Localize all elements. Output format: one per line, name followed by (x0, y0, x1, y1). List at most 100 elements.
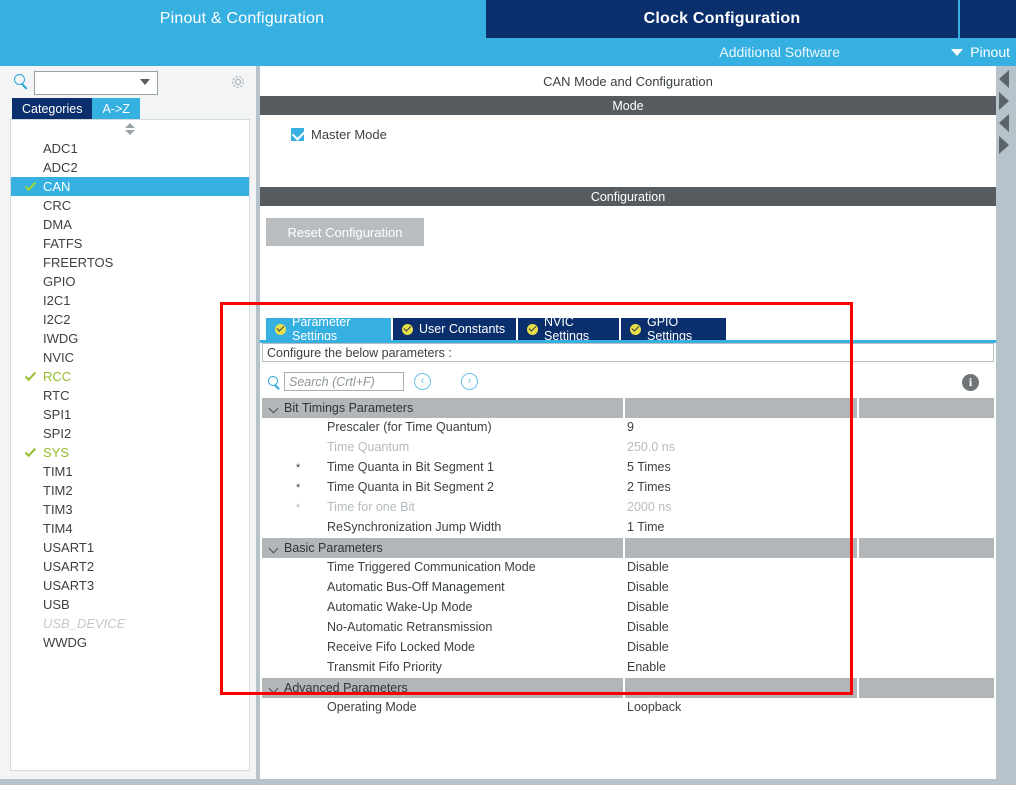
sidebar-item-spi1[interactable]: SPI1 (11, 405, 249, 424)
parameter-value[interactable]: Disable (627, 640, 669, 654)
sidebar-item-adc2[interactable]: ADC2 (11, 158, 249, 177)
collapse-left-arrow-icon-2[interactable] (999, 114, 1009, 132)
search-next-label: › (467, 375, 472, 387)
sidebar-item-rcc[interactable]: RCC (11, 367, 249, 386)
parameter-value[interactable]: 9 (627, 420, 634, 434)
parameter-row[interactable]: Transmit Fifo Priority Enable (262, 658, 994, 678)
top-tab-bar: Pinout & Configuration Clock Configurati… (0, 0, 1016, 38)
configuration-panel: CAN Mode and Configuration Mode Master M… (260, 66, 1016, 779)
parameter-tab-strip: Parameter Settings User Constants NVIC Set… (260, 315, 996, 343)
parameter-row[interactable]: Automatic Bus-Off Management Disable (262, 578, 994, 598)
sidebar-item-spi2[interactable]: SPI2 (11, 424, 249, 443)
sidebar-item-rtc[interactable]: RTC (11, 386, 249, 405)
tab-nvic-settings[interactable]: NVIC Settings (518, 315, 619, 343)
sidebar-item-usart3[interactable]: USART3 (11, 576, 249, 595)
info-icon[interactable]: i (962, 374, 979, 391)
parameter-label: No-Automatic Retransmission (327, 620, 493, 634)
parameter-value[interactable]: Loopback (627, 700, 681, 714)
vertical-scrollbar[interactable] (996, 66, 1016, 779)
tab-categories[interactable]: Categories (12, 98, 93, 119)
parameter-value[interactable]: Disable (627, 600, 669, 614)
master-mode-checkbox-row[interactable]: Master Mode (291, 127, 387, 142)
parameter-value[interactable]: Disable (627, 620, 669, 634)
parameter-row[interactable]: No-Automatic Retransmission Disable (262, 618, 994, 638)
parameter-search-bar: ‹ › i (262, 368, 994, 398)
parameter-row[interactable]: Operating Mode Loopback (262, 698, 994, 718)
sidebar-item-tim1[interactable]: TIM1 (11, 462, 249, 481)
parameter-value[interactable]: 2 Times (627, 480, 671, 494)
reset-configuration-button[interactable]: Reset Configuration (266, 218, 424, 246)
master-mode-checkbox[interactable] (291, 127, 306, 141)
parameter-label: Automatic Bus-Off Management (327, 580, 505, 594)
search-input[interactable] (34, 71, 158, 95)
parameter-value[interactable]: Enable (627, 660, 666, 674)
tab-parameter-settings[interactable]: Parameter Settings (266, 315, 391, 343)
parameter-row[interactable]: * Time Quanta in Bit Segment 2 2 Times (262, 478, 994, 498)
sidebar-item-adc1[interactable]: ADC1 (11, 139, 249, 158)
sidebar-item-gpio[interactable]: GPIO (11, 272, 249, 291)
parameter-value[interactable]: 1 Time (627, 520, 665, 534)
sidebar-item-i2c2[interactable]: I2C2 (11, 310, 249, 329)
parameter-label: Automatic Wake-Up Mode (327, 600, 473, 614)
tab-clock-configuration[interactable]: Clock Configuration (486, 0, 958, 38)
parameter-row[interactable]: * Time Quanta in Bit Segment 1 5 Times (262, 458, 994, 478)
parameter-search-input[interactable] (284, 372, 404, 391)
parameter-row[interactable]: ReSynchronization Jump Width 1 Time (262, 518, 994, 538)
parameter-row[interactable]: Automatic Wake-Up Mode Disable (262, 598, 994, 618)
gear-icon[interactable] (230, 74, 246, 90)
tab-pinout-configuration[interactable]: Pinout & Configuration (0, 0, 484, 38)
tab-gpio-settings[interactable]: GPIO Settings (621, 315, 726, 343)
collapse-left-arrow-icon[interactable] (999, 70, 1009, 88)
tab-user-constants[interactable]: User Constants (393, 318, 516, 340)
mode-section-body: Master Mode (260, 115, 996, 181)
additional-software-menu[interactable]: Additional Software (719, 38, 840, 66)
reset-configuration-label: Reset Configuration (287, 224, 403, 240)
parameter-row: * Time for one Bit 2000 ns (262, 498, 994, 518)
sidebar-item-wwdg[interactable]: WWDG (11, 633, 249, 652)
parameter-value[interactable]: 5 Times (627, 460, 671, 474)
sidebar-item-crc[interactable]: CRC (11, 196, 249, 215)
parameter-group-header[interactable]: Basic Parameters (262, 538, 994, 558)
sidebar-item-label: SPI1 (43, 407, 72, 422)
peripheral-list: ADC1 ADC2 CAN CRC DMA FATFS FREERTOS GPIO I2C1 I2… (11, 139, 249, 652)
sidebar-item-fatfs[interactable]: FATFS (11, 234, 249, 253)
sidebar-item-dma[interactable]: DMA (11, 215, 249, 234)
expand-right-arrow-icon[interactable] (999, 92, 1009, 110)
sidebar-item-usb[interactable]: USB (11, 595, 249, 614)
sidebar-item-label: RTC (43, 388, 70, 403)
column-divider (623, 538, 625, 558)
tab-overflow-area (960, 0, 1016, 38)
parameter-group-header[interactable]: Bit Timings Parameters (262, 398, 994, 418)
parameter-row[interactable]: Time Triggered Communication Mode Disable (262, 558, 994, 578)
chevron-down-icon (951, 48, 964, 56)
sidebar-item-freertos[interactable]: FREERTOS (11, 253, 249, 272)
sidebar-item-usart1[interactable]: USART1 (11, 538, 249, 557)
sidebar-item-i2c1[interactable]: I2C1 (11, 291, 249, 310)
sidebar-item-tim4[interactable]: TIM4 (11, 519, 249, 538)
sidebar-item-label: ADC2 (43, 160, 78, 175)
sidebar-item-sys[interactable]: SYS (11, 443, 249, 462)
search-prev-button[interactable]: ‹ (414, 373, 431, 390)
sidebar-item-can[interactable]: CAN (11, 177, 249, 196)
sidebar-item-tim2[interactable]: TIM2 (11, 481, 249, 500)
parameter-row[interactable]: Prescaler (for Time Quantum) 9 (262, 418, 994, 438)
expand-right-arrow-icon-2[interactable] (999, 136, 1009, 154)
parameter-value[interactable]: Disable (627, 580, 669, 594)
column-divider-2 (857, 398, 859, 418)
parameter-row[interactable]: Receive Fifo Locked Mode Disable (262, 638, 994, 658)
check-circle-icon (527, 323, 538, 335)
sidebar-item-label: I2C1 (43, 293, 71, 308)
search-next-button[interactable]: › (461, 373, 478, 390)
tab-a-to-z[interactable]: A->Z (92, 98, 140, 119)
tab-clock-configuration-label: Clock Configuration (643, 10, 801, 27)
pinout-dropdown[interactable]: Pinout (951, 38, 1016, 66)
tab-pinout-configuration-label: Pinout & Configuration (159, 10, 325, 27)
sidebar-item-nvic[interactable]: NVIC (11, 348, 249, 367)
sidebar-item-usart2[interactable]: USART2 (11, 557, 249, 576)
list-scroll-handle[interactable] (122, 123, 138, 135)
parameter-group-header[interactable]: Advanced Parameters (262, 678, 994, 698)
sidebar-item-tim3[interactable]: TIM3 (11, 500, 249, 519)
sidebar-item-iwdg[interactable]: IWDG (11, 329, 249, 348)
parameter-value[interactable]: Disable (627, 560, 669, 574)
sidebar-item-label: DMA (43, 217, 72, 232)
